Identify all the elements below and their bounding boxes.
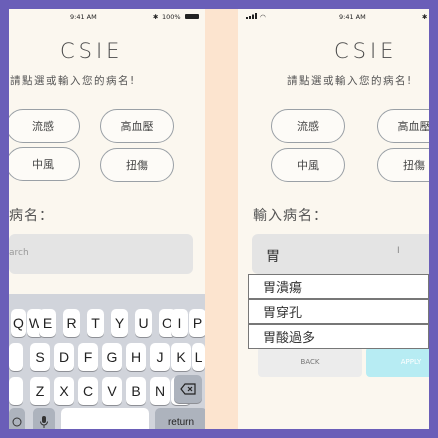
chip-stroke[interactable]: 中風 <box>9 147 80 181</box>
return-key[interactable]: return <box>155 408 205 429</box>
microphone-icon <box>40 416 48 428</box>
keyboard: Q W E R T Y U O I P S D F G H J K L Z X … <box>9 294 205 429</box>
disease-input[interactable]: 胃 I <box>252 234 429 274</box>
suggestion-item[interactable]: 胃潰瘍 <box>248 274 429 299</box>
key-u[interactable]: U <box>135 309 152 337</box>
space-key[interactable] <box>61 408 149 429</box>
app-title: CSIE <box>334 39 398 63</box>
app-title: CSIE <box>60 39 124 63</box>
bluetooth-icon: ✱ <box>153 13 159 21</box>
key-i[interactable]: I <box>171 309 188 337</box>
key-k[interactable]: K <box>171 343 191 371</box>
bluetooth-icon: ✱ <box>422 13 428 21</box>
backspace-key[interactable] <box>174 375 202 403</box>
back-button[interactable]: BACK <box>258 347 362 377</box>
key-t[interactable]: T <box>87 309 104 337</box>
disease-input-label: 輸入病名： <box>253 208 328 224</box>
chip-sprain[interactable]: 扭傷 <box>100 148 174 182</box>
search-placeholder: arch <box>9 248 29 258</box>
disease-label: 病名： <box>9 208 54 224</box>
key-x[interactable]: X <box>54 377 74 405</box>
key-f[interactable]: F <box>78 343 98 371</box>
status-time: 9:41 AM <box>339 13 366 21</box>
key-j[interactable]: J <box>150 343 170 371</box>
right-phone-screen: ◠ 9:41 AM ✱ CSIE 請點選或輸入您的病名! 流感 高血壓 中風 扭… <box>238 9 429 429</box>
key-a[interactable] <box>9 343 23 371</box>
chip-sprain[interactable]: 扭傷 <box>377 148 429 182</box>
suggestion-item[interactable]: 胃酸過多 <box>248 324 429 349</box>
apply-button[interactable]: APPLY <box>366 347 429 377</box>
key-s[interactable]: S <box>30 343 50 371</box>
key-r[interactable]: R <box>63 309 80 337</box>
emoji-icon <box>12 417 22 427</box>
status-bar: 9:41 AM ✱ 100% <box>9 9 205 23</box>
battery-icon <box>185 14 199 19</box>
chip-stroke[interactable]: 中風 <box>271 148 345 182</box>
key-v[interactable]: V <box>102 377 122 405</box>
left-phone-screen: 9:41 AM ✱ 100% CSIE 請點選或輸入您的病名! 流感 高血壓 中… <box>9 9 205 429</box>
prompt-text: 請點選或輸入您的病名! <box>287 75 413 87</box>
key-z[interactable]: Z <box>30 377 50 405</box>
status-time: 9:41 AM <box>70 13 97 21</box>
suggestion-item[interactable]: 胃穿孔 <box>248 299 429 324</box>
key-h[interactable]: H <box>126 343 146 371</box>
key-e[interactable]: E <box>39 309 56 337</box>
key-q[interactable]: Q <box>11 309 26 337</box>
dictation-key[interactable] <box>33 408 55 429</box>
chip-hypertension[interactable]: 高血壓 <box>377 109 429 143</box>
status-bar: ◠ 9:41 AM ✱ <box>238 9 429 23</box>
prompt-text: 請點選或輸入您的病名! <box>10 75 136 87</box>
emoji-key[interactable] <box>9 408 25 429</box>
key-b[interactable]: B <box>126 377 146 405</box>
key-p[interactable]: P <box>189 309 205 337</box>
key-n[interactable]: N <box>150 377 170 405</box>
search-input[interactable]: arch <box>9 234 193 274</box>
key-d[interactable]: D <box>54 343 74 371</box>
battery-label: 100% <box>162 13 181 21</box>
key-l[interactable]: L <box>192 343 205 371</box>
wifi-icon: ◠ <box>260 13 266 21</box>
text-cursor: I <box>397 246 400 256</box>
backspace-icon <box>180 383 196 395</box>
app-frame: 9:41 AM ✱ 100% CSIE 請點選或輸入您的病名! 流感 高血壓 中… <box>9 9 429 429</box>
key-g[interactable]: G <box>102 343 122 371</box>
chip-flu[interactable]: 流感 <box>9 109 80 143</box>
chip-flu[interactable]: 流感 <box>271 109 345 143</box>
key-y[interactable]: Y <box>111 309 128 337</box>
screen-divider <box>205 9 238 429</box>
key-c[interactable]: C <box>78 377 98 405</box>
key-shift-edge[interactable] <box>9 377 23 405</box>
chip-hypertension[interactable]: 高血壓 <box>100 109 174 143</box>
disease-input-value: 胃 <box>266 249 280 265</box>
signal-icon <box>246 13 258 21</box>
